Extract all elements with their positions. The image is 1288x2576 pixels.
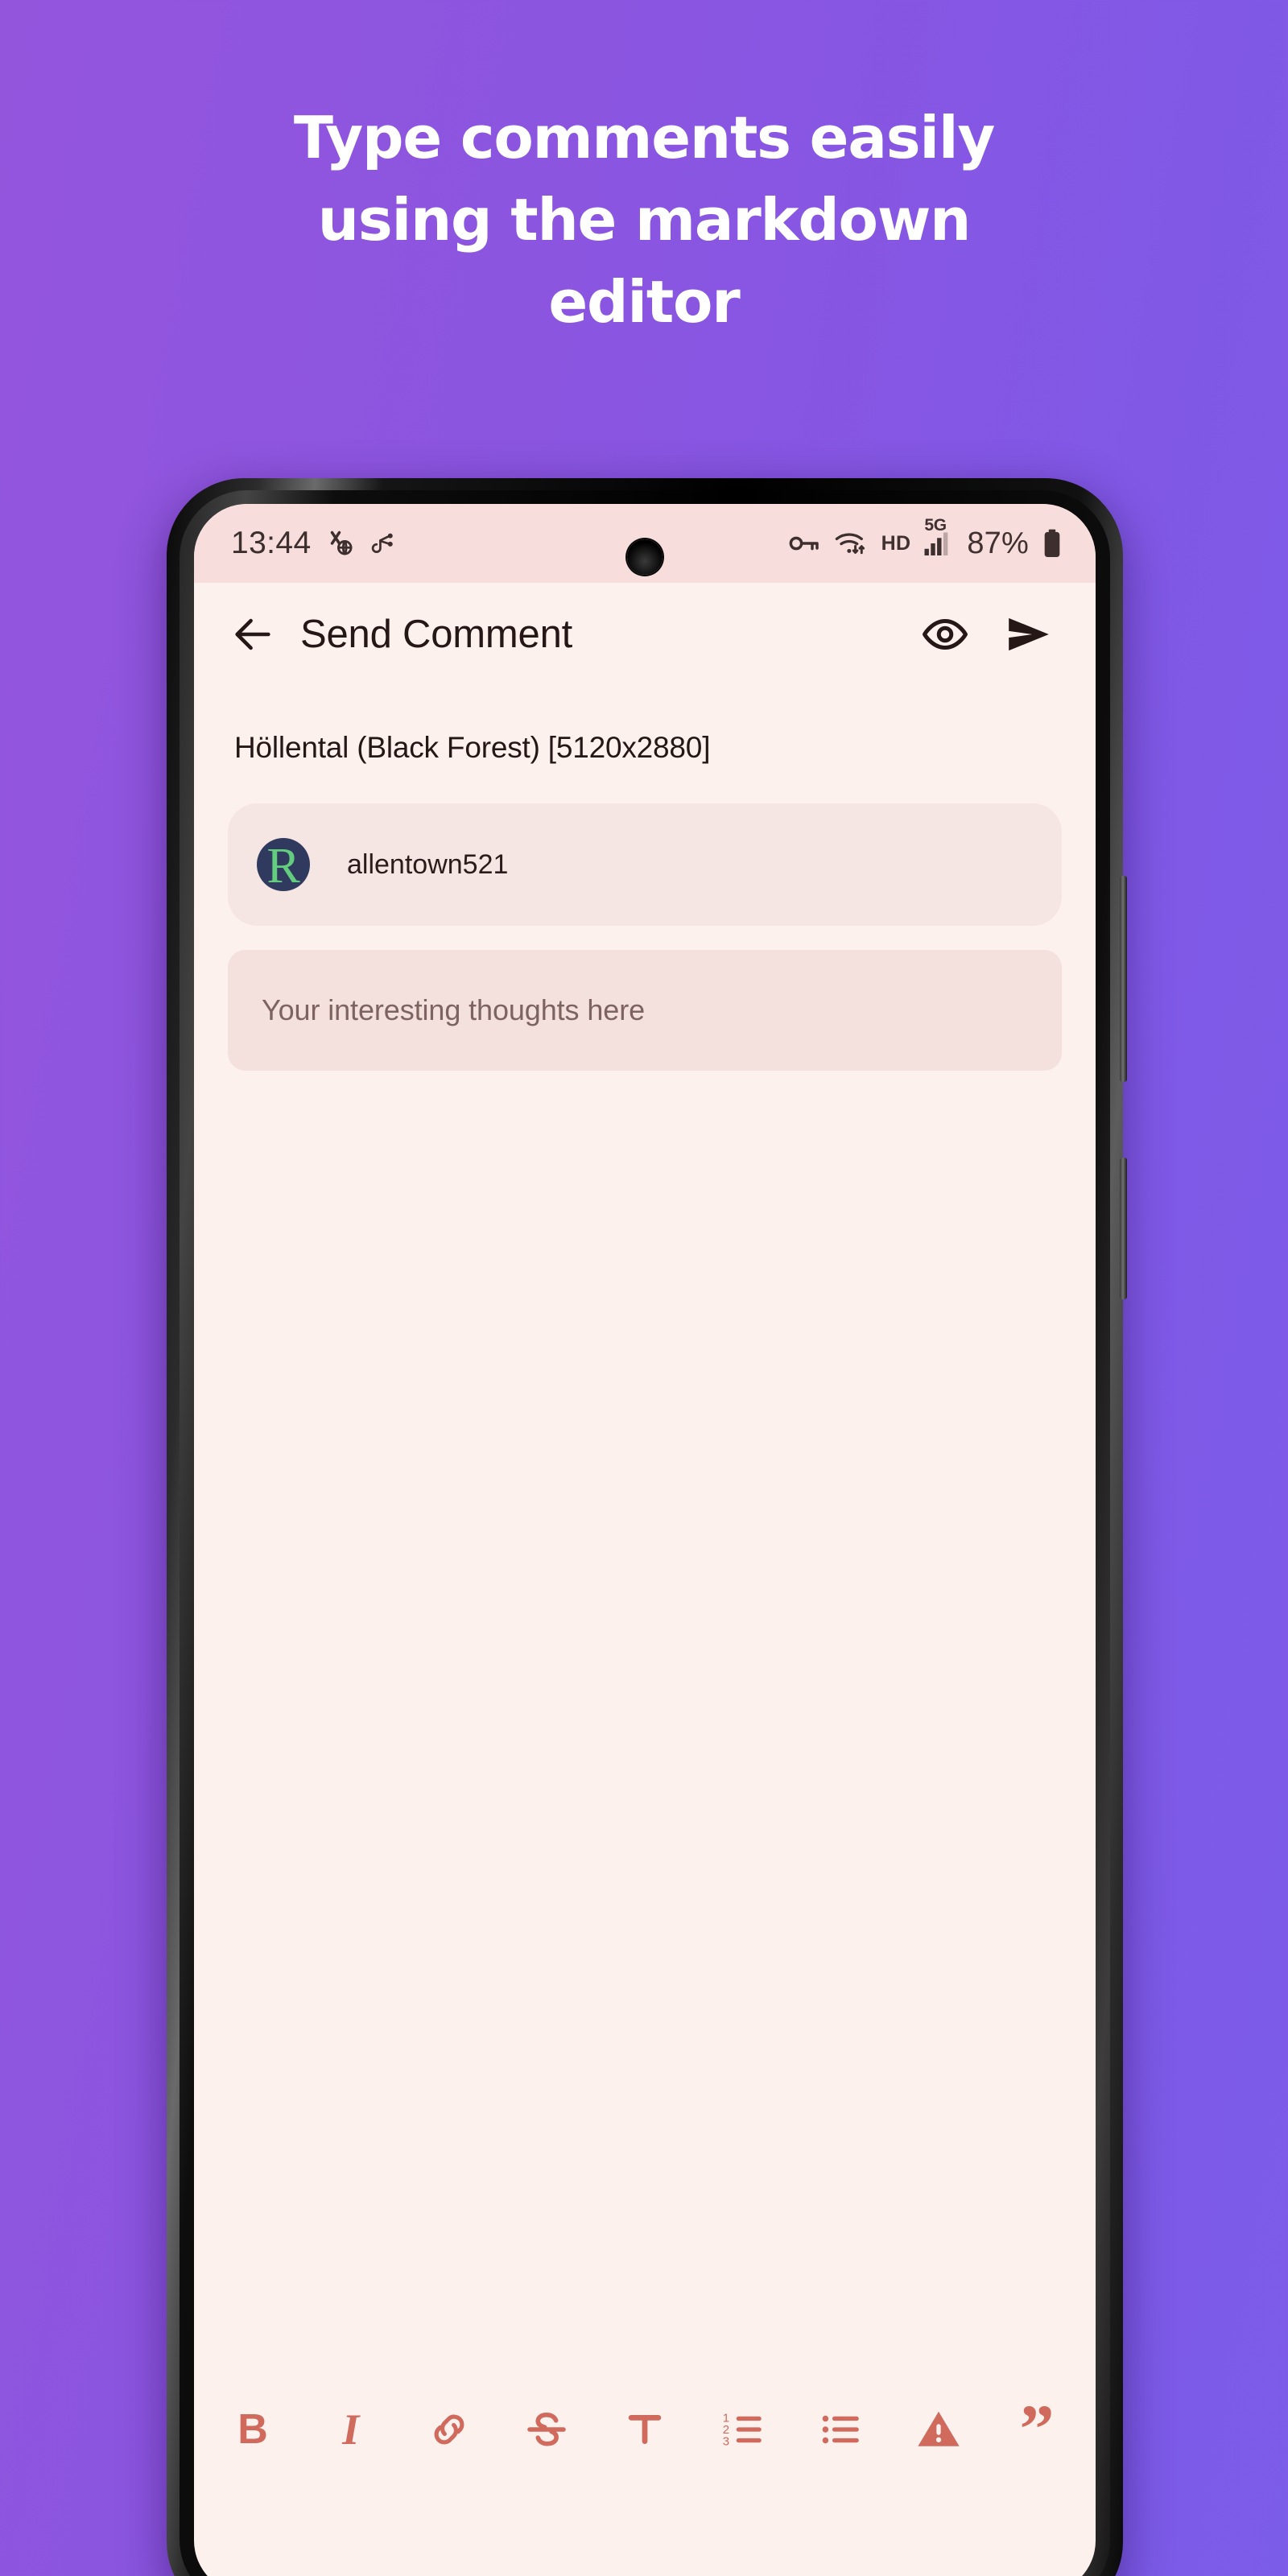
numbered-list-icon: 1 2 3 [723, 2411, 762, 2449]
key-icon [789, 536, 819, 551]
phone-screen: 13:44 HD 5G 87% Send Comment Höllental (… [194, 504, 1096, 2576]
preview-button[interactable] [914, 603, 976, 666]
link-button[interactable] [415, 2395, 484, 2464]
spoiler-warning-button[interactable] [904, 2395, 973, 2464]
power-button[interactable] [1120, 1158, 1127, 1299]
send-button[interactable] [997, 603, 1060, 666]
app-bar: Send Comment [194, 583, 1096, 686]
network-indicator: 5G [924, 516, 952, 555]
markdown-toolbar: B I 1 2 3 ” [194, 2384, 1096, 2489]
comment-input[interactable]: Your interesting thoughts here [228, 950, 1062, 1071]
bulleted-list-icon [822, 2415, 859, 2444]
strikethrough-button[interactable] [512, 2395, 581, 2464]
vpn-globe-icon [330, 530, 353, 555]
italic-button[interactable]: I [316, 2395, 386, 2464]
front-camera-icon [627, 539, 663, 575]
arrow-left-icon [235, 618, 270, 650]
text-format-button[interactable] [610, 2395, 679, 2464]
back-button[interactable] [223, 605, 283, 664]
quote-button[interactable]: ” [1002, 2390, 1071, 2468]
italic-icon: I [342, 2405, 360, 2454]
bulleted-list-button[interactable] [807, 2395, 876, 2464]
bold-icon: B [237, 2406, 268, 2453]
quote-icon: ” [1019, 2390, 1055, 2468]
battery-percent: 87% [967, 526, 1029, 560]
wifi-transfer-icon [835, 533, 865, 555]
send-icon [1009, 617, 1049, 651]
post-title: Höllental (Black Forest) [5120x2880] [234, 731, 711, 764]
comment-placeholder: Your interesting thoughts here [262, 993, 646, 1026]
spoiler-warning-icon [918, 2411, 960, 2446]
status-bar: 13:44 HD 5G 87% [194, 504, 1096, 583]
volume-button[interactable] [1120, 876, 1127, 1082]
bluetooth-share-icon [371, 533, 393, 553]
headline-line-1: Type comments easily [293, 104, 995, 171]
headline-line-2: using the markdown [317, 186, 972, 254]
status-clock: 13:44 [231, 526, 312, 560]
numbered-list-button[interactable]: 1 2 3 [708, 2395, 778, 2464]
svg-text:3: 3 [723, 2435, 729, 2449]
eye-icon [923, 619, 968, 650]
network-label: 5G [924, 516, 947, 535]
status-bar-right: HD 5G 87% [788, 516, 1062, 561]
strikethrough-icon [527, 2412, 567, 2446]
hd-label: HD [881, 531, 911, 555]
battery-icon [1044, 529, 1060, 558]
headline-line-3: editor [548, 268, 740, 336]
username-field[interactable]: R allentown521 [228, 803, 1062, 926]
promo-headline: Type comments easily using the markdown … [0, 97, 1288, 344]
page-title: Send Comment [300, 613, 573, 656]
avatar: R [257, 838, 310, 891]
text-format-icon [628, 2415, 662, 2444]
bold-button[interactable]: B [218, 2395, 287, 2464]
comment-compose-area: Höllental (Black Forest) [5120x2880] R a… [194, 686, 1096, 2489]
phone-mockup: 13:44 HD 5G 87% Send Comment Höllental (… [167, 478, 1127, 2576]
username-value: allentown521 [347, 848, 509, 880]
avatar-letter: R [266, 838, 300, 891]
link-icon [434, 2414, 464, 2445]
status-bar-left: 13:44 [231, 526, 397, 561]
